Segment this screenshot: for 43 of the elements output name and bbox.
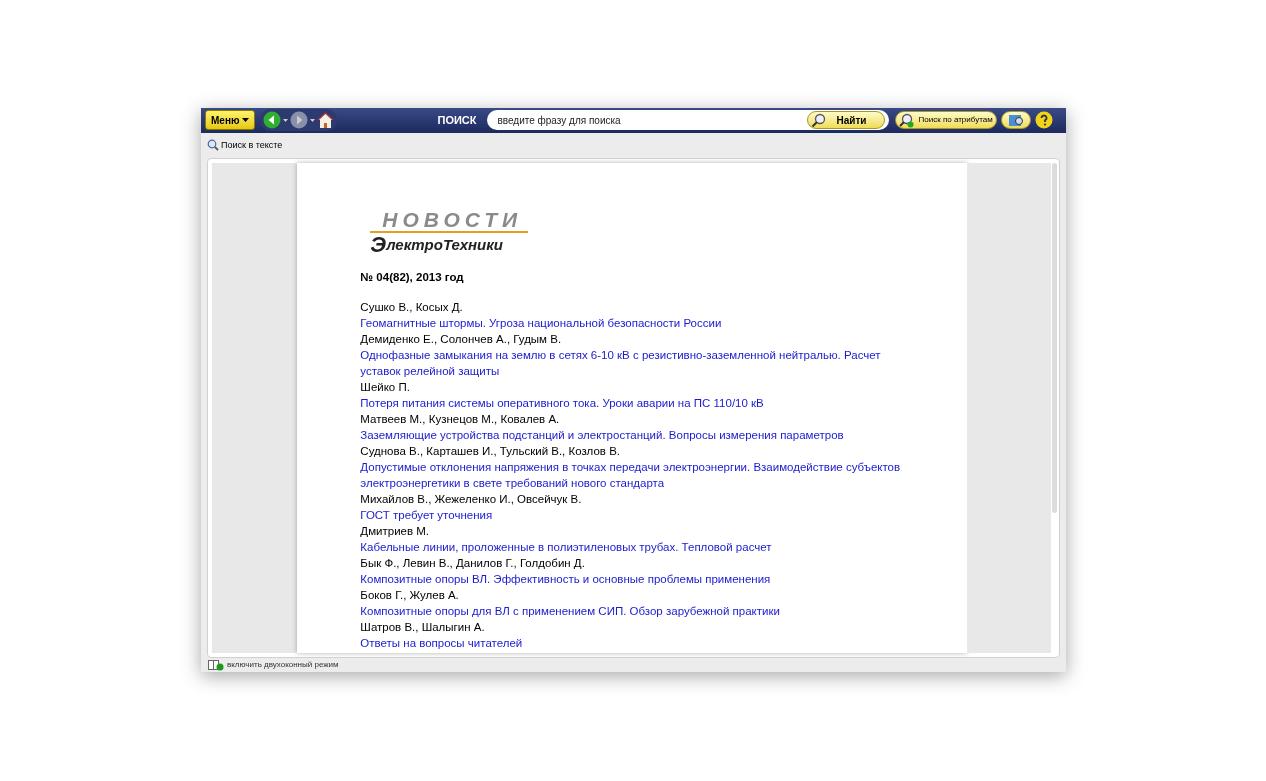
scrollbar[interactable] <box>1052 162 1057 513</box>
article-link[interactable]: Геомагнитные штормы. Угроза национальной безопасности России <box>360 314 921 331</box>
author-names: Сушко В., Косых Д. <box>360 299 464 315</box>
forward-icon[interactable] <box>290 111 309 130</box>
author-names: Суднова В., Карташев И., Тульский В., Козлов В. <box>360 443 622 459</box>
help-icon[interactable] <box>1034 111 1053 130</box>
article-link[interactable]: Потеря питания системы оперативного тока. Уроки аварии на ПС 110/10 кВ <box>360 394 921 411</box>
caret-icon[interactable] <box>310 118 316 122</box>
author-names: Бык Ф., Левин В., Данилов Г., Голдобин Д. <box>360 555 586 571</box>
author-names: Шатров В., Шалыгин А. <box>360 619 486 635</box>
dual-window-icon[interactable] <box>208 659 224 671</box>
search-icon[interactable] <box>207 139 219 152</box>
article-link[interactable]: ГОСТ требует уточнения <box>360 506 921 523</box>
article-link[interactable]: Допустимые отклонения напряжения в точках передачи электроэнергии. Взаимодействие субъектов электроэнергетики в свете требований нового стандарта <box>360 458 921 491</box>
author-names: Матвеев М., Кузнецов М., Ковалев А. <box>360 411 561 427</box>
article-link[interactable]: Композитные опоры ВЛ. Эффективность и основные проблемы применения <box>360 570 921 587</box>
author-names: Шейко П. <box>360 379 411 395</box>
map-icon <box>1007 113 1024 127</box>
dual-window-toggle[interactable]: включить двухоконный режим <box>227 659 339 671</box>
article-link[interactable]: Кабельные линии, проложенные в полиэтиленовых трубах. Тепловой расчет <box>360 538 921 555</box>
search-plus-icon <box>899 112 915 128</box>
article-link[interactable]: Ответы на вопросы читателей <box>360 634 921 651</box>
map-search-button[interactable] <box>1000 111 1031 130</box>
back-icon[interactable] <box>263 111 282 130</box>
author-names: Демиденко Е., Солончев А., Гудым В. <box>360 331 563 347</box>
search-label: ПОИСК <box>437 113 478 129</box>
issue-number: № 04(82), 2013 год <box>360 269 465 285</box>
article-link[interactable]: Композитные опоры для ВЛ с применением СИП. Обзор зарубежной практики <box>360 602 921 619</box>
author-names: Михайлов В., Жежеленко И., Овсейчук В. <box>360 491 583 507</box>
magazine-logo: НОВОСТИ ЭлектроТехники <box>360 206 529 259</box>
search-icon <box>811 112 827 128</box>
search-field[interactable]: введите фразу для поиска Найти <box>487 110 890 131</box>
article-link[interactable]: Однофазные замыкания на землю в сетях 6-10 кВ с резистивно-заземленной нейтралью. Расчет уставок релейной защиты <box>360 346 921 379</box>
find-button[interactable]: Найти <box>807 111 886 130</box>
menu-button[interactable]: Меню <box>205 110 256 131</box>
article-link[interactable]: Заземляющие устройства подстанций и электростанций. Вопросы измерения параметров <box>360 426 921 443</box>
author-names: Боков Г., Жулев А. <box>360 587 460 603</box>
author-names: Дмитриев М. <box>360 523 431 539</box>
attribute-search-button[interactable]: Поиск по атрибутам <box>895 111 997 130</box>
caret-icon[interactable] <box>283 118 289 122</box>
caret-icon <box>242 118 250 123</box>
home-icon[interactable] <box>317 111 335 129</box>
text-search-link[interactable]: Поиск в тексте <box>221 138 283 153</box>
